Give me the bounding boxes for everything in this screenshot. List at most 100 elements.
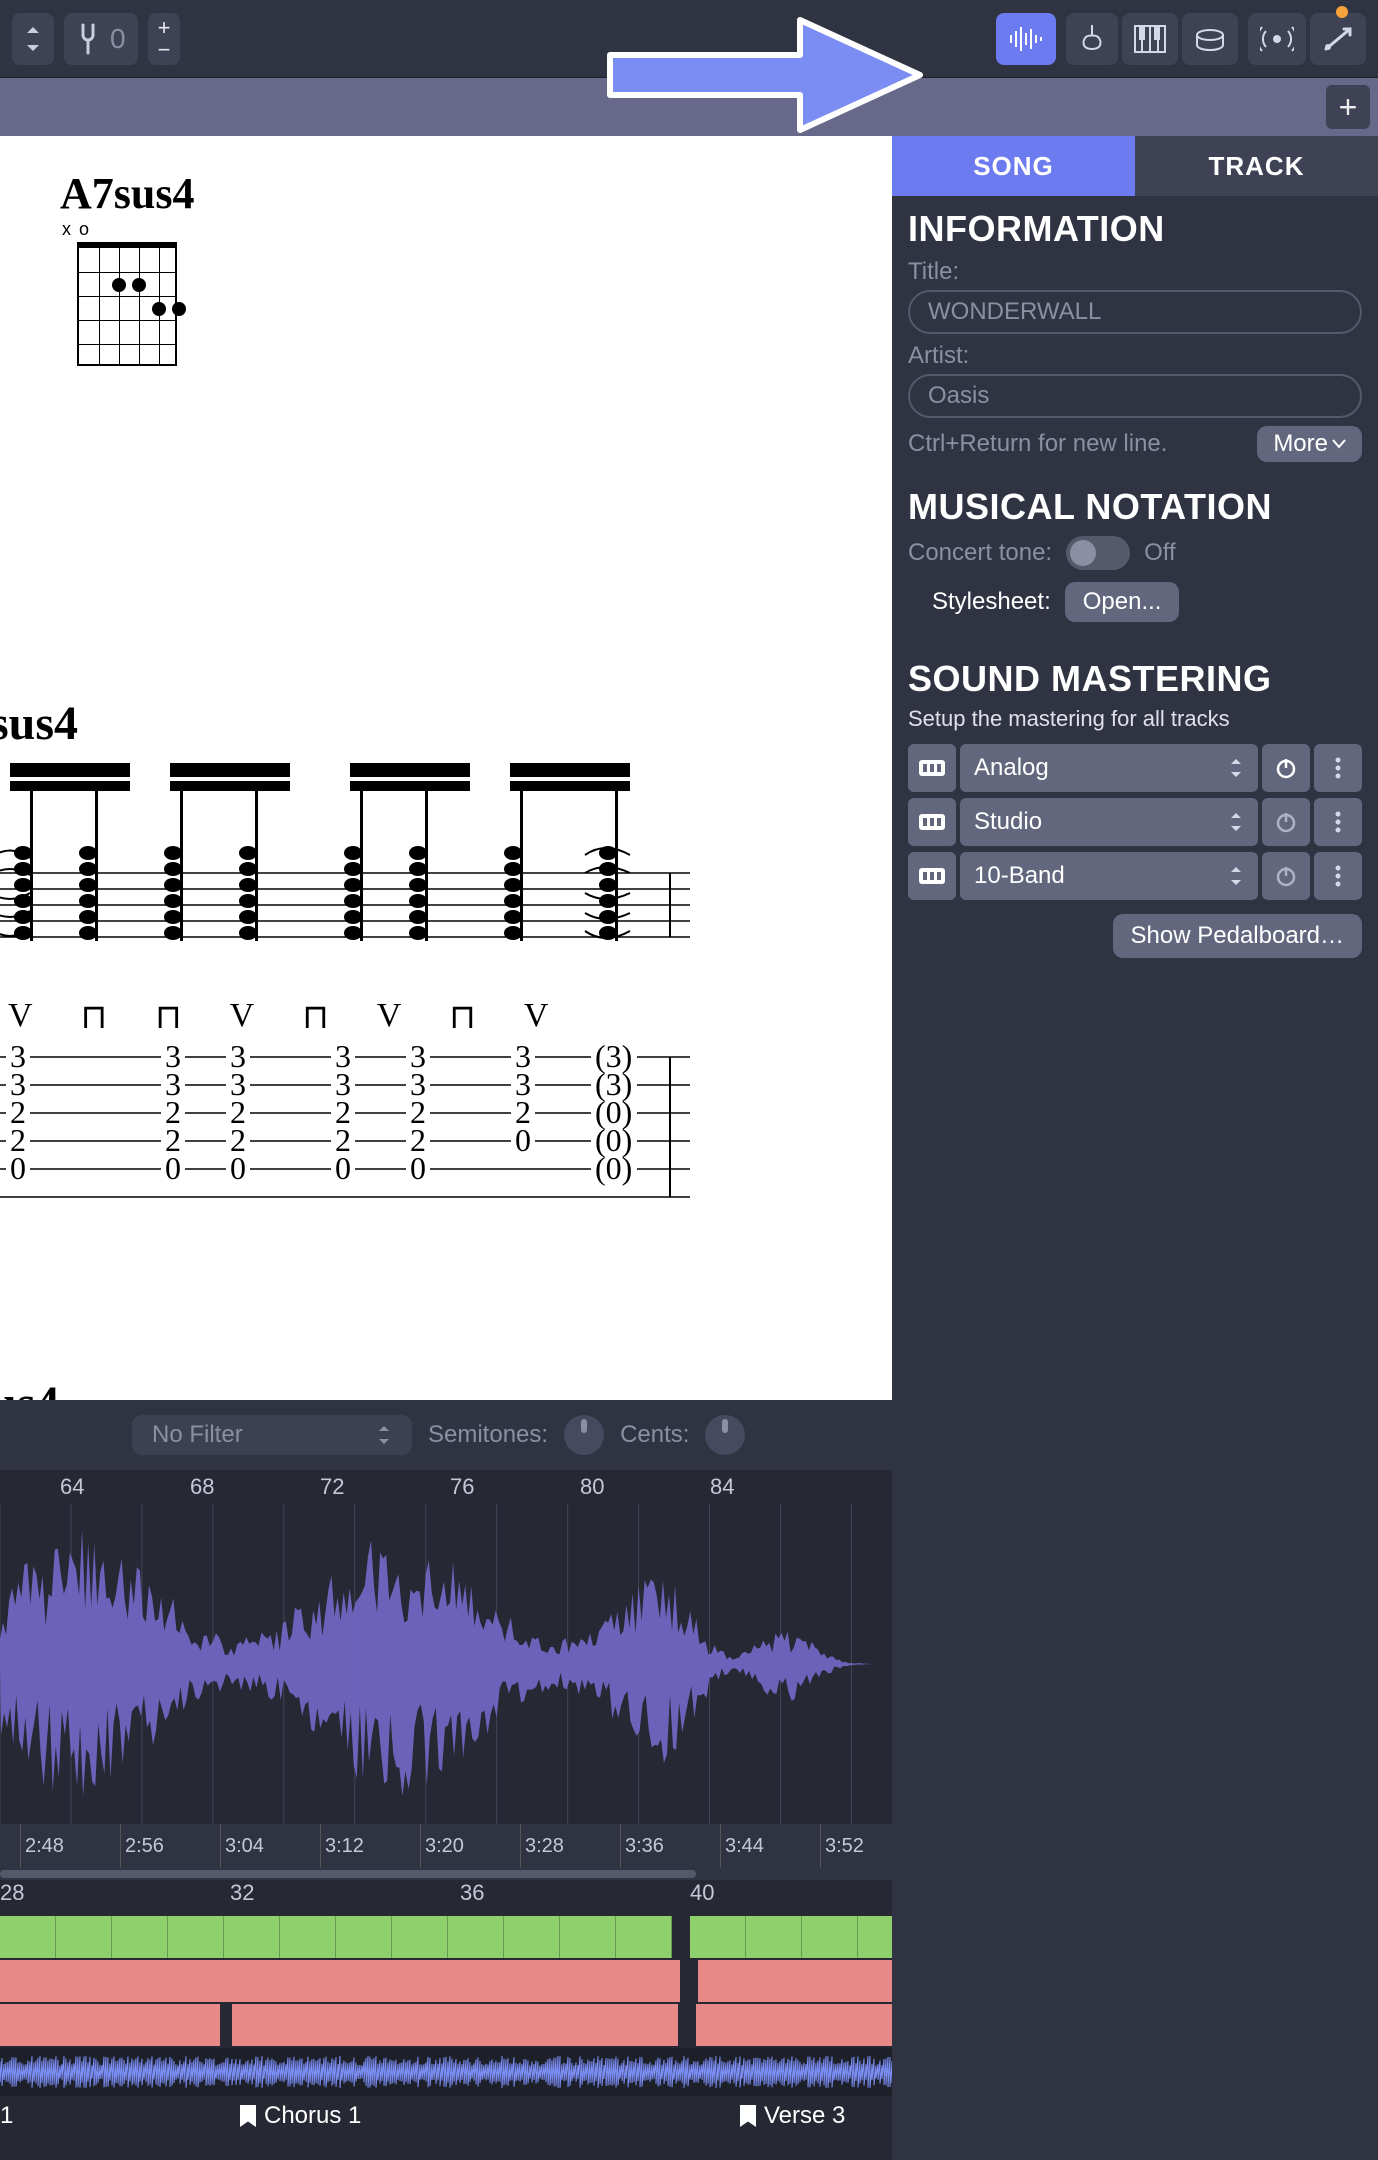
section-chord-label: sus4 xyxy=(0,696,690,751)
section-marker[interactable]: Verse 3 xyxy=(740,2102,845,2130)
artist-label: Artist: xyxy=(908,342,1362,370)
power-button[interactable] xyxy=(1262,852,1310,900)
more-button[interactable]: More xyxy=(1257,426,1362,462)
global-timeline[interactable]: 28323640444852 1Chorus 1Verse 3Pre Choru… xyxy=(0,1880,892,2160)
svg-text:0: 0 xyxy=(10,1150,26,1186)
timeline-lane-2[interactable] xyxy=(0,1960,892,2004)
mastering-select[interactable]: Analog xyxy=(960,744,1258,792)
notation-block-1: sus4 xyxy=(0,696,690,1212)
waveform-mode-button[interactable] xyxy=(996,13,1056,65)
concert-tone-state: Off xyxy=(1144,539,1176,567)
time-tick: 3:36 xyxy=(620,1824,664,1868)
drums-mode-button[interactable] xyxy=(1182,13,1238,65)
section-label: 1 xyxy=(0,2102,13,2130)
concert-tone-toggle[interactable] xyxy=(1066,536,1130,570)
staff-notation xyxy=(0,763,690,983)
section-marker[interactable]: Chorus 1 xyxy=(240,2102,361,2130)
time-tick: 2:56 xyxy=(120,1824,164,1868)
strum-pattern: V ⊓ ⊓ V ⊓ V ⊓ V xyxy=(0,997,690,1037)
timeline-measure-tick: 28 xyxy=(0,1880,24,1906)
tablature: 33220332203322033220332203320(3)(3)(0)(0… xyxy=(0,1037,690,1207)
bookmark-icon xyxy=(240,2105,256,2127)
mastering-row-studio: Studio xyxy=(908,798,1362,846)
section-label: Verse 3 xyxy=(764,2102,845,2130)
time-tick: 3:44 xyxy=(720,1824,764,1868)
tab-song[interactable]: SONG xyxy=(892,136,1135,196)
concert-tone-label: Concert tone: xyxy=(908,539,1052,567)
time-tick: 3:12 xyxy=(320,1824,364,1868)
power-button[interactable] xyxy=(1262,744,1310,792)
timeline-measure-tick: 40 xyxy=(690,1880,714,1906)
section-label: Chorus 1 xyxy=(264,2102,361,2130)
time-tick: 3:20 xyxy=(420,1824,464,1868)
timeline-wave-lane[interactable] xyxy=(0,2048,892,2096)
time-tick: 3:28 xyxy=(520,1824,564,1868)
timeline-lane-3[interactable] xyxy=(0,2004,892,2048)
chord-name: A7sus4 xyxy=(60,168,195,219)
cents-knob[interactable] xyxy=(705,1415,745,1455)
title-input[interactable] xyxy=(908,290,1362,334)
chord-fingering-symbols: xo xyxy=(60,219,195,240)
measure-tick: 64 xyxy=(60,1474,84,1500)
top-toolbar: 0 + − xyxy=(0,0,1378,78)
power-button[interactable] xyxy=(1262,798,1310,846)
broadcast-button[interactable] xyxy=(1248,13,1306,65)
mastering-select[interactable]: Studio xyxy=(960,798,1258,846)
bookmark-icon xyxy=(740,2105,756,2127)
semitones-label: Semitones: xyxy=(428,1421,548,1449)
audio-scrollbar[interactable] xyxy=(0,1870,696,1878)
measure-tick: 76 xyxy=(450,1474,474,1500)
mastering-row-analog: Analog xyxy=(908,744,1362,792)
notation-heading: MUSICAL NOTATION xyxy=(908,486,1362,528)
information-heading: INFORMATION xyxy=(908,208,1362,250)
stylesheet-label: Stylesheet: xyxy=(932,588,1051,616)
artist-input[interactable] xyxy=(908,374,1362,418)
stylesheet-open-button[interactable]: Open... xyxy=(1065,582,1180,622)
measure-tick: 80 xyxy=(580,1474,604,1500)
measure-tick: 84 xyxy=(710,1474,734,1500)
more-options-button[interactable] xyxy=(1314,798,1362,846)
add-track-button[interactable]: + xyxy=(1326,85,1370,129)
more-options-button[interactable] xyxy=(1314,744,1362,792)
plus-minus-button[interactable]: + − xyxy=(148,13,181,65)
measure-tick: 72 xyxy=(320,1474,344,1500)
title-label: Title: xyxy=(908,258,1362,286)
semitones-knob[interactable] xyxy=(564,1415,604,1455)
timeline-measure-tick: 36 xyxy=(460,1880,484,1906)
mastering-select[interactable]: 10-Band xyxy=(960,852,1258,900)
section-marker[interactable]: 1 xyxy=(0,2102,13,2130)
time-tick: 3:52 xyxy=(820,1824,864,1868)
tab-track[interactable]: TRACK xyxy=(1135,136,1378,196)
svg-text:0: 0 xyxy=(335,1150,351,1186)
time-tick: 2:48 xyxy=(20,1824,64,1868)
side-panel: SONG TRACK INFORMATION Title: Artist: Ct… xyxy=(892,136,1378,2160)
status-dot xyxy=(1336,6,1348,18)
filter-select[interactable]: No Filter xyxy=(132,1415,412,1455)
audio-controls: No Filter Semitones: Cents: xyxy=(0,1400,892,1470)
svg-text:0: 0 xyxy=(165,1150,181,1186)
svg-text:(0): (0) xyxy=(595,1150,632,1186)
transpose-select[interactable] xyxy=(12,13,54,65)
guitar-mode-button[interactable] xyxy=(1066,13,1118,65)
time-tick: 3:04 xyxy=(220,1824,264,1868)
mastering-desc: Setup the mastering for all tracks xyxy=(908,706,1362,732)
svg-text:0: 0 xyxy=(410,1150,426,1186)
effect-icon xyxy=(908,852,956,900)
track-strip[interactable]: + xyxy=(0,78,1378,136)
svg-text:0: 0 xyxy=(515,1122,531,1158)
newline-hint: Ctrl+Return for new line. xyxy=(908,430,1167,458)
piano-mode-button[interactable] xyxy=(1122,13,1178,65)
measure-ruler[interactable]: 64 68 72 76 80 84 xyxy=(0,1470,892,1504)
mastering-row-10-band: 10-Band xyxy=(908,852,1362,900)
tuning-fork-button[interactable]: 0 xyxy=(64,13,138,65)
tuning-value: 0 xyxy=(110,23,126,55)
effect-icon xyxy=(908,798,956,846)
section-markers[interactable]: 1Chorus 1Verse 3Pre Chorus 2 xyxy=(0,2096,892,2136)
timeline-lane-1[interactable] xyxy=(0,1916,892,1960)
more-options-button[interactable] xyxy=(1314,852,1362,900)
measure-tick: 68 xyxy=(190,1474,214,1500)
show-pedalboard-button[interactable]: Show Pedalboard… xyxy=(1113,914,1362,958)
connect-button[interactable] xyxy=(1310,13,1366,65)
waveform-display[interactable] xyxy=(0,1504,892,1824)
time-ruler[interactable]: 2:48 2:56 3:04 3:12 3:20 3:28 3:36 3:44 3:52 xyxy=(0,1824,892,1868)
